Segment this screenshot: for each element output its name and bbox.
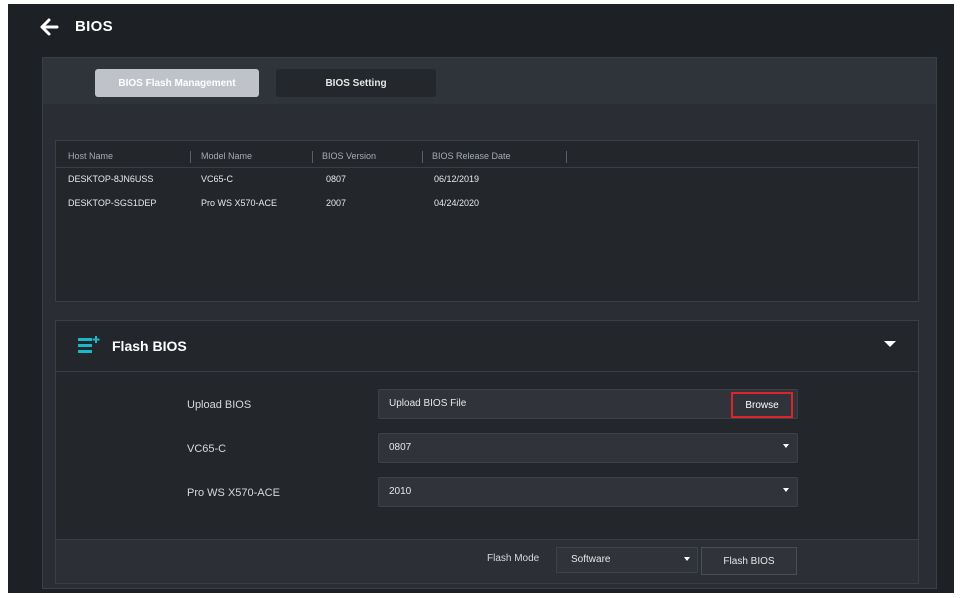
bios-version-select-vc65c[interactable]: 0807 bbox=[378, 433, 798, 463]
cell-model-name: VC65-C bbox=[201, 174, 234, 184]
flash-mode-label: Flash Mode bbox=[487, 553, 540, 564]
flash-bios-header[interactable]: Flash BIOS bbox=[56, 321, 918, 372]
device-label-vc65c: VC65-C bbox=[187, 443, 227, 455]
column-divider bbox=[566, 151, 567, 163]
cell-model-name: Pro WS X570-ACE bbox=[201, 198, 278, 208]
column-divider bbox=[422, 151, 423, 163]
flash-mode-select[interactable]: Software bbox=[556, 547, 698, 573]
table-header: Host Name Model Name BIOS Version BIOS R… bbox=[56, 147, 918, 168]
top-bar: BIOS bbox=[8, 4, 954, 50]
upload-bios-placeholder: Upload BIOS File bbox=[389, 398, 467, 409]
tab-bios-flash-management[interactable]: BIOS Flash Management bbox=[95, 69, 259, 97]
bios-window: BIOS BIOS Flash Management BIOS Setting … bbox=[8, 4, 954, 593]
browse-button[interactable]: Browse bbox=[731, 392, 793, 418]
chevron-down-icon[interactable] bbox=[884, 341, 896, 347]
chevron-down-icon bbox=[783, 444, 789, 448]
upload-bios-field[interactable]: Upload BIOS File Browse bbox=[378, 389, 798, 419]
list-plus-icon bbox=[78, 336, 100, 361]
device-label-pro-ws-x570-ace: Pro WS X570-ACE bbox=[187, 487, 280, 499]
page-title: BIOS bbox=[75, 18, 113, 35]
selected-version: 2010 bbox=[389, 486, 412, 497]
column-divider bbox=[312, 151, 313, 163]
cell-host-name: DESKTOP-SGS1DEP bbox=[68, 198, 157, 208]
flash-footer: Flash Mode Software Flash BIOS bbox=[56, 539, 918, 583]
cell-bios-version: 2007 bbox=[326, 198, 347, 208]
tab-bar: BIOS Flash Management BIOS Setting bbox=[43, 58, 936, 104]
column-bios-release-date[interactable]: BIOS Release Date bbox=[432, 151, 511, 161]
cell-release-date: 06/12/2019 bbox=[434, 174, 480, 184]
chevron-down-icon bbox=[783, 488, 789, 492]
column-model-name[interactable]: Model Name bbox=[201, 151, 252, 161]
column-bios-version[interactable]: BIOS Version bbox=[322, 151, 376, 161]
cell-host-name: DESKTOP-8JN6USS bbox=[68, 174, 154, 184]
table-row[interactable]: DESKTOP-SGS1DEP Pro WS X570-ACE 2007 04/… bbox=[56, 192, 918, 216]
cell-release-date: 04/24/2020 bbox=[434, 198, 480, 208]
table-row[interactable]: DESKTOP-8JN6USS VC65-C 0807 06/12/2019 bbox=[56, 168, 918, 192]
bios-version-select-pro-ws-x570-ace[interactable]: 2010 bbox=[378, 477, 798, 507]
flash-bios-section: Flash BIOS Upload BIOS Upload BIOS File … bbox=[55, 320, 919, 584]
flash-mode-value: Software bbox=[571, 554, 611, 565]
main-panel: BIOS Flash Management BIOS Setting Host … bbox=[42, 57, 937, 589]
chevron-down-icon bbox=[684, 557, 690, 561]
column-host-name[interactable]: Host Name bbox=[68, 151, 113, 161]
selected-version: 0807 bbox=[389, 442, 412, 453]
flash-bios-title: Flash BIOS bbox=[112, 338, 187, 354]
tab-bios-setting[interactable]: BIOS Setting bbox=[276, 69, 436, 97]
flash-bios-button[interactable]: Flash BIOS bbox=[701, 547, 797, 575]
host-table: Host Name Model Name BIOS Version BIOS R… bbox=[55, 140, 919, 302]
column-divider bbox=[190, 151, 191, 163]
cell-bios-version: 0807 bbox=[326, 174, 347, 184]
arrow-left-icon[interactable] bbox=[39, 17, 61, 37]
upload-bios-label: Upload BIOS bbox=[187, 399, 252, 411]
